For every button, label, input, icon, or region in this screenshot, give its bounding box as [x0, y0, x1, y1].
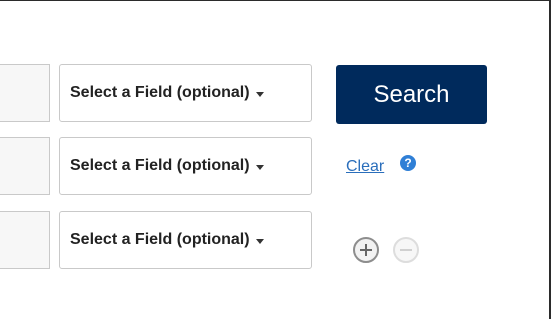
question-circle-icon[interactable]: ? — [400, 155, 416, 171]
field-select-2[interactable]: Select a Field (optional) — [59, 137, 312, 195]
caret-down-icon — [255, 164, 264, 170]
field-select-label: Select a Field (optional) — [70, 231, 250, 248]
search-term-input-2[interactable] — [0, 137, 50, 195]
field-select-label: Select a Field (optional) — [70, 84, 250, 101]
search-term-input-3[interactable] — [0, 211, 50, 269]
field-select-3[interactable]: Select a Field (optional) — [59, 211, 312, 269]
clear-link[interactable]: Clear — [346, 158, 384, 176]
panel-border-top — [0, 0, 551, 1]
field-select-1[interactable]: Select a Field (optional) — [59, 64, 312, 122]
caret-down-icon — [255, 238, 264, 244]
minus-circle-icon — [400, 249, 412, 251]
search-term-input-1[interactable] — [0, 64, 50, 122]
remove-row-button[interactable] — [393, 237, 419, 263]
field-select-label: Select a Field (optional) — [70, 157, 250, 174]
add-row-button[interactable] — [353, 237, 379, 263]
search-button[interactable]: Search — [336, 65, 487, 124]
caret-down-icon — [255, 91, 264, 97]
plus-circle-icon-stroke — [365, 244, 367, 256]
